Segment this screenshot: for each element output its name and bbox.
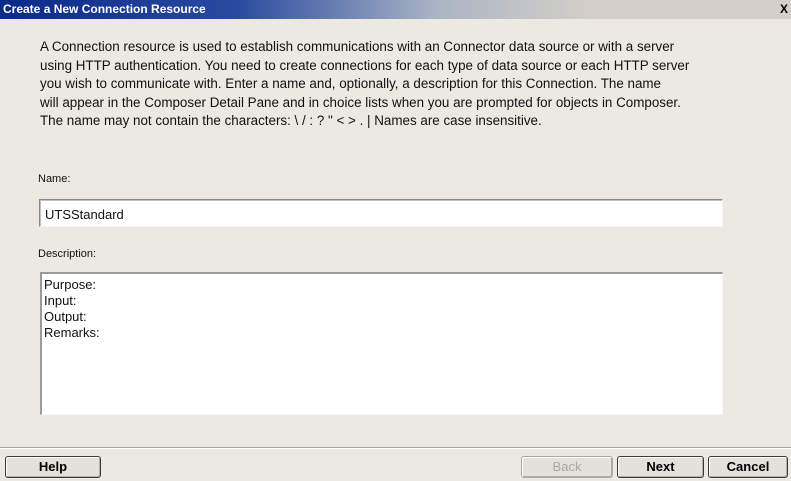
- help-button[interactable]: Help: [5, 456, 101, 478]
- name-label: Name:: [38, 173, 71, 185]
- description-line: Output:: [44, 309, 87, 324]
- description-textarea[interactable]: Purpose: Input: Output: Remarks:: [40, 272, 723, 415]
- close-button[interactable]: X: [777, 1, 791, 17]
- next-button[interactable]: Next: [617, 456, 704, 478]
- intro-line: using HTTP authentication. You need to c…: [40, 57, 690, 73]
- title-bar: Create a New Connection Resource X: [0, 0, 791, 19]
- intro-line: will appear in the Composer Detail Pane …: [40, 94, 681, 110]
- intro-text: A Connection resource is used to establi…: [40, 38, 786, 131]
- description-line: Remarks:: [44, 325, 100, 340]
- intro-line: The name may not contain the characters:…: [40, 113, 542, 129]
- footer-divider: [0, 447, 791, 449]
- description-line: Input:: [44, 293, 77, 308]
- name-input[interactable]: [39, 199, 723, 227]
- back-button[interactable]: Back: [521, 456, 613, 478]
- intro-line: you wish to communicate with. Enter a na…: [40, 76, 662, 92]
- intro-line: A Connection resource is used to establi…: [40, 39, 675, 54]
- description-label: Description:: [38, 248, 97, 260]
- cancel-button[interactable]: Cancel: [708, 456, 788, 478]
- description-line: Purpose:: [44, 277, 97, 292]
- window-title: Create a New Connection Resource: [3, 2, 206, 16]
